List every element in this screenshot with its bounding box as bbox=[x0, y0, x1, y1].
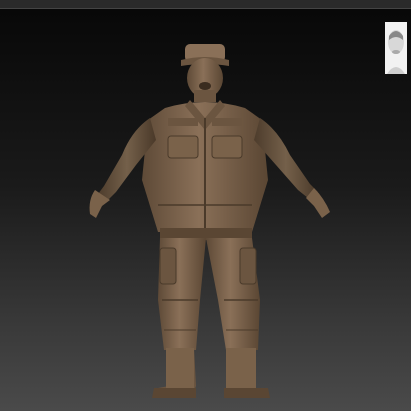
soldier-sculpt-model[interactable] bbox=[0, 0, 411, 411]
head-orientation-icon[interactable] bbox=[385, 22, 407, 74]
jacket bbox=[142, 100, 268, 232]
boots bbox=[152, 348, 270, 398]
trousers bbox=[158, 238, 260, 350]
3d-viewport[interactable] bbox=[0, 0, 411, 411]
head bbox=[187, 58, 223, 102]
